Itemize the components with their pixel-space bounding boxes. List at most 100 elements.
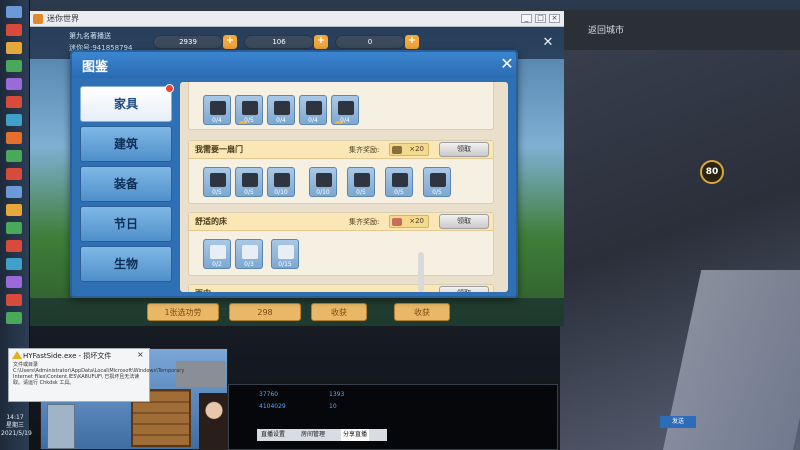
hud-close-icon[interactable]: ✕: [541, 36, 555, 50]
collection-content[interactable]: 0/4 0/5 0/4 0/4 0/4 我需要一扇门 集齐奖励: ×20 领取 …: [180, 82, 508, 292]
app-icon[interactable]: [6, 222, 22, 234]
app-icon[interactable]: [6, 132, 22, 144]
add-beans-button[interactable]: +: [314, 35, 328, 49]
app-icon[interactable]: [6, 96, 22, 108]
chair-icon: [210, 101, 226, 115]
reward-amount: ×20: [409, 145, 424, 153]
item-slot[interactable]: 0/4: [267, 95, 295, 125]
scrollbar[interactable]: [418, 252, 424, 292]
collection-group-next: 雨中 领取: [188, 284, 494, 292]
group-name: 我需要一扇门: [195, 145, 243, 154]
popup-title: HYFastSide.exe - 损坏文件: [23, 352, 112, 360]
cabinet-icon: [306, 101, 322, 115]
item-slot[interactable]: 0/5: [385, 167, 413, 197]
clock-day: 星期三: [5, 422, 24, 429]
table-icon: [242, 101, 258, 115]
tab-room-manage[interactable]: 房间管理: [299, 429, 327, 441]
bottom-harvest-button-2[interactable]: 收获: [394, 303, 450, 321]
claim-button[interactable]: 领取: [439, 214, 489, 229]
stat-value: 10: [329, 403, 337, 410]
item-slot[interactable]: 0/4: [299, 95, 327, 125]
tab-stream-settings[interactable]: 直播设置: [259, 429, 287, 441]
level-badge: 80: [700, 160, 724, 184]
item-slot[interactable]: 0/15: [271, 239, 299, 269]
tab-share[interactable]: 分享直播: [341, 429, 370, 441]
add-coins-button[interactable]: +: [223, 35, 237, 49]
app-icon[interactable]: [6, 276, 22, 288]
app-icon[interactable]: [6, 24, 22, 36]
item-slot[interactable]: 0/10: [267, 167, 295, 197]
collection-group-furniture: 0/4 0/5 0/4 0/4 0/4: [188, 82, 494, 130]
category-tab-furniture[interactable]: 家具: [80, 84, 174, 122]
reward-item-icon: [392, 218, 402, 226]
category-tab-equipment[interactable]: 装备: [80, 166, 172, 202]
system-clock: 14:17 星期三 2021/5/19: [1, 414, 32, 438]
item-count: 0/10: [274, 189, 288, 196]
item-slot[interactable]: 0/5: [235, 167, 263, 197]
dialog-close-button[interactable]: ✕: [498, 55, 516, 73]
app-icon[interactable]: [6, 78, 22, 90]
claim-button[interactable]: 领取: [439, 286, 489, 292]
claim-button[interactable]: 领取: [439, 142, 489, 157]
item-count: 0/2: [212, 261, 222, 268]
app-icon[interactable]: [6, 150, 22, 162]
item-slot[interactable]: 0/3: [235, 239, 263, 269]
app-icon[interactable]: [6, 60, 22, 72]
send-button[interactable]: 发送: [660, 416, 696, 428]
app-icon[interactable]: [6, 42, 22, 54]
minimize-button[interactable]: _: [521, 14, 532, 23]
warning-icon: [12, 351, 22, 359]
bottom-action-1[interactable]: 1张选功劳: [147, 303, 219, 321]
category-label: 节日: [113, 217, 138, 231]
popup-message: 文件或目录 C:\Users\Administrator\AppData\Loc…: [13, 362, 185, 386]
item-slot[interactable]: 0/4: [203, 95, 231, 125]
item-slot[interactable]: 0/5: [347, 167, 375, 197]
door-icon: [430, 173, 446, 187]
item-slot[interactable]: 0/5: [203, 167, 231, 197]
category-label: 装备: [113, 177, 138, 191]
bottom-harvest-button-1[interactable]: 收获: [311, 303, 367, 321]
collection-group-doors: 我需要一扇门 集齐奖励: ×20 领取 0/5 0/5 0/10 0/10 0/…: [188, 140, 494, 204]
item-slot[interactable]: 0/5: [423, 167, 451, 197]
app-icon[interactable]: [6, 186, 22, 198]
add-tickets-button[interactable]: +: [405, 35, 419, 49]
reward-label: 集齐奖励:: [349, 146, 380, 154]
category-tab-creature[interactable]: 生物: [80, 246, 172, 282]
category-tab-festival[interactable]: 节日: [80, 206, 172, 242]
dialog-title: 图鉴: [82, 60, 109, 75]
item-slot[interactable]: 0/4: [331, 95, 359, 125]
reward-label: 集齐奖励:: [349, 218, 380, 226]
item-count: 0/10: [316, 189, 330, 196]
preview-tile: [47, 404, 75, 449]
close-window-button[interactable]: ×: [549, 14, 560, 23]
app-icon[interactable]: [6, 294, 22, 306]
app-icon[interactable]: [6, 312, 22, 324]
bed-icon: [242, 245, 258, 259]
clock-time: 14:17: [6, 414, 24, 421]
app-icon[interactable]: [6, 204, 22, 216]
group-header: 雨中 领取: [189, 285, 493, 292]
item-count: 0/4: [212, 117, 222, 124]
category-tab-building[interactable]: 建筑: [80, 126, 172, 162]
app-icon[interactable]: [6, 168, 22, 180]
popup-close-button[interactable]: ×: [137, 350, 144, 359]
door-icon: [316, 173, 332, 187]
app-icon[interactable]: [6, 114, 22, 126]
maximize-button[interactable]: □: [535, 14, 546, 23]
collection-group-beds: 舒适的床 集齐奖励: ×20 领取 0/2 0/3 0/15: [188, 212, 494, 276]
item-count: 0/15: [278, 261, 292, 268]
item-slot[interactable]: 0/2: [203, 239, 231, 269]
item-slot[interactable]: 0/10: [309, 167, 337, 197]
tickets-counter: 0: [335, 35, 405, 49]
reward-amount: ×20: [409, 217, 424, 225]
door-icon: [392, 173, 408, 187]
app-icon[interactable]: [6, 258, 22, 270]
item-slot[interactable]: 0/5: [235, 95, 263, 125]
game-window-title: 迷你世界: [47, 14, 79, 23]
reward-badge: ×20: [389, 143, 429, 156]
app-icon[interactable]: [6, 6, 22, 18]
back-to-city-link[interactable]: 返回城市: [588, 23, 624, 36]
app-icon[interactable]: [6, 240, 22, 252]
door-icon: [274, 173, 290, 187]
coins-counter: 2939: [153, 35, 223, 49]
